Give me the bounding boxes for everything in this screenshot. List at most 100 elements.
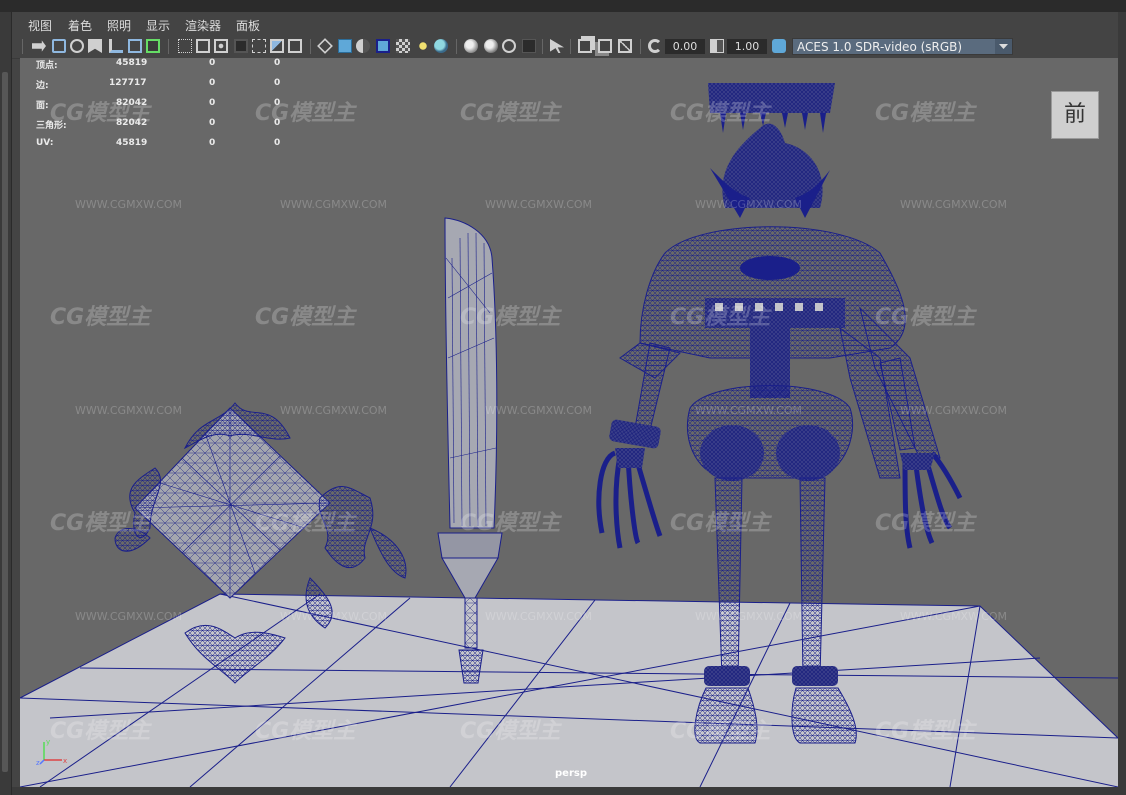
image-plane-icon[interactable] xyxy=(109,39,123,53)
chevron-down-icon[interactable] xyxy=(995,39,1012,54)
hud-selected: 0 xyxy=(209,98,216,108)
screen-space-ao-icon[interactable] xyxy=(464,39,478,53)
scrollbar-thumb[interactable] xyxy=(2,72,8,772)
left-scrollbar[interactable] xyxy=(0,12,12,795)
perspective-viewport[interactable]: CG模型主 CG模型主 CG模型主 CG模型主 CG模型主 CG模型主 CG模型… xyxy=(20,58,1118,787)
multisample-aa-icon[interactable] xyxy=(502,39,516,53)
xray-joints-icon[interactable] xyxy=(598,39,612,53)
watermark-logo: CG模型主 xyxy=(255,511,357,536)
exposure-icon[interactable] xyxy=(648,39,662,53)
2d-pan-zoom-icon[interactable] xyxy=(128,39,142,53)
viewport-bottom-border xyxy=(12,787,1118,795)
grease-pencil-icon[interactable] xyxy=(146,39,160,53)
hud-total: 45819 xyxy=(116,138,148,148)
watermark-url: WWW.CGMXW.COM xyxy=(280,610,387,623)
watermark-url: WWW.CGMXW.COM xyxy=(695,198,802,211)
wireframe-on-shaded-icon[interactable] xyxy=(376,39,390,53)
safe-title-icon[interactable] xyxy=(288,39,302,53)
hud-row-triangles: 三角形: 82042 0 0 xyxy=(36,118,306,132)
view-transform-dropdown[interactable]: ACES 1.0 SDR-video (sRGB) xyxy=(792,38,1013,55)
motion-blur-icon[interactable] xyxy=(484,39,498,53)
watermark-url: WWW.CGMXW.COM xyxy=(900,198,1007,211)
watermark-logo: CG模型主 xyxy=(460,719,562,744)
view-cube[interactable]: 前 xyxy=(1051,91,1099,139)
textured-icon[interactable] xyxy=(396,39,410,53)
camera-attributes-icon[interactable] xyxy=(52,39,66,53)
field-chart-icon[interactable] xyxy=(252,39,266,53)
menu-shading[interactable]: 着色 xyxy=(68,17,92,34)
default-material-icon[interactable] xyxy=(356,39,370,53)
color-management-icon[interactable] xyxy=(772,39,786,53)
hud-row-uvs: UV: 45819 0 0 xyxy=(36,138,306,152)
watermark-url: WWW.CGMXW.COM xyxy=(485,610,592,623)
menu-renderer[interactable]: 渲染器 xyxy=(185,17,221,34)
scene-canvas[interactable]: CG模型主 CG模型主 CG模型主 CG模型主 CG模型主 CG模型主 CG模型… xyxy=(20,58,1118,787)
film-gate-icon[interactable] xyxy=(196,39,210,53)
menu-lighting[interactable]: 照明 xyxy=(107,17,131,34)
watermark-url: WWW.CGMXW.COM xyxy=(485,404,592,417)
toolbar-separator xyxy=(542,39,543,54)
watermark-url: WWW.CGMXW.COM xyxy=(75,198,182,211)
y-axis-label: y xyxy=(46,738,50,746)
hud-row-vertices: 顶点: 45819 0 0 xyxy=(36,58,306,72)
gamma-field[interactable]: 1.00 xyxy=(727,39,767,54)
watermark-logo: CG模型主 xyxy=(875,719,977,744)
wireframe-shading-icon[interactable] xyxy=(317,38,333,54)
watermark-url: WWW.CGMXW.COM xyxy=(280,404,387,417)
watermark-logo: CG模型主 xyxy=(670,305,772,330)
watermark-url: WWW.CGMXW.COM xyxy=(695,610,802,623)
hud-selected: 0 xyxy=(209,78,216,88)
watermark-logo: CG模型主 xyxy=(460,305,562,330)
toolbar-separator xyxy=(168,39,169,54)
grid-icon[interactable] xyxy=(178,39,192,53)
xray-active-components-icon[interactable] xyxy=(618,39,632,53)
depth-of-field-icon[interactable] xyxy=(522,39,536,53)
gamma-icon[interactable] xyxy=(710,39,724,53)
bookmark-icon[interactable] xyxy=(88,39,102,53)
xray-icon[interactable] xyxy=(578,39,592,53)
hud-row-edges: 边: 127717 0 0 xyxy=(36,78,306,92)
isolate-select-icon[interactable] xyxy=(550,39,564,53)
watermark-logo: CG模型主 xyxy=(255,719,357,744)
watermark-url: WWW.CGMXW.COM xyxy=(485,198,592,211)
hud-label: UV: xyxy=(36,138,54,148)
watermark-logo: CG模型主 xyxy=(50,511,152,536)
hud-label: 三角形: xyxy=(36,121,67,131)
toolbar-separator xyxy=(22,39,23,54)
select-camera-icon[interactable] xyxy=(32,40,46,52)
watermark-url: WWW.CGMXW.COM xyxy=(695,404,802,417)
menu-show[interactable]: 显示 xyxy=(146,17,170,34)
watermark-logo: CG模型主 xyxy=(460,511,562,536)
toolbar-separator xyxy=(456,39,457,54)
safe-action-icon[interactable] xyxy=(270,39,284,53)
menu-view[interactable]: 视图 xyxy=(28,17,52,34)
hud-sub: 0 xyxy=(274,78,281,88)
axis-indicator: y x z xyxy=(36,738,67,766)
watermark-logo: CG模型主 xyxy=(875,101,977,126)
resolution-gate-icon[interactable] xyxy=(214,39,228,53)
hud-selected: 0 xyxy=(209,138,216,148)
watermark-logo: CG模型主 xyxy=(460,101,562,126)
shadows-icon[interactable] xyxy=(434,39,448,53)
hud-total: 82042 xyxy=(116,118,148,128)
watermark-logo: CG模型主 xyxy=(255,305,357,330)
right-panel-edge xyxy=(1118,12,1126,795)
hud-selected: 0 xyxy=(209,58,216,68)
exposure-field[interactable]: 0.00 xyxy=(665,39,705,54)
hud-label: 边: xyxy=(36,81,49,91)
hud-sub: 0 xyxy=(274,138,281,148)
watermark-logo: CG模型主 xyxy=(875,511,977,536)
use-all-lights-icon[interactable] xyxy=(416,39,430,53)
gate-mask-icon[interactable] xyxy=(234,39,248,53)
hud-sub: 0 xyxy=(274,98,281,108)
menu-panels[interactable]: 面板 xyxy=(236,17,260,34)
z-axis-line xyxy=(39,759,45,765)
z-axis-label: z xyxy=(36,759,40,766)
watermark-url: WWW.CGMXW.COM xyxy=(900,404,1007,417)
smooth-shade-icon[interactable] xyxy=(338,39,352,53)
watermark-url: WWW.CGMXW.COM xyxy=(280,198,387,211)
toolbar-separator xyxy=(640,39,641,54)
view-transform-value: ACES 1.0 SDR-video (sRGB) xyxy=(797,40,963,54)
panel-menu-bar: 视图 着色 照明 显示 渲染器 面板 xyxy=(12,12,1118,36)
bookmarks-icon[interactable] xyxy=(70,39,84,53)
